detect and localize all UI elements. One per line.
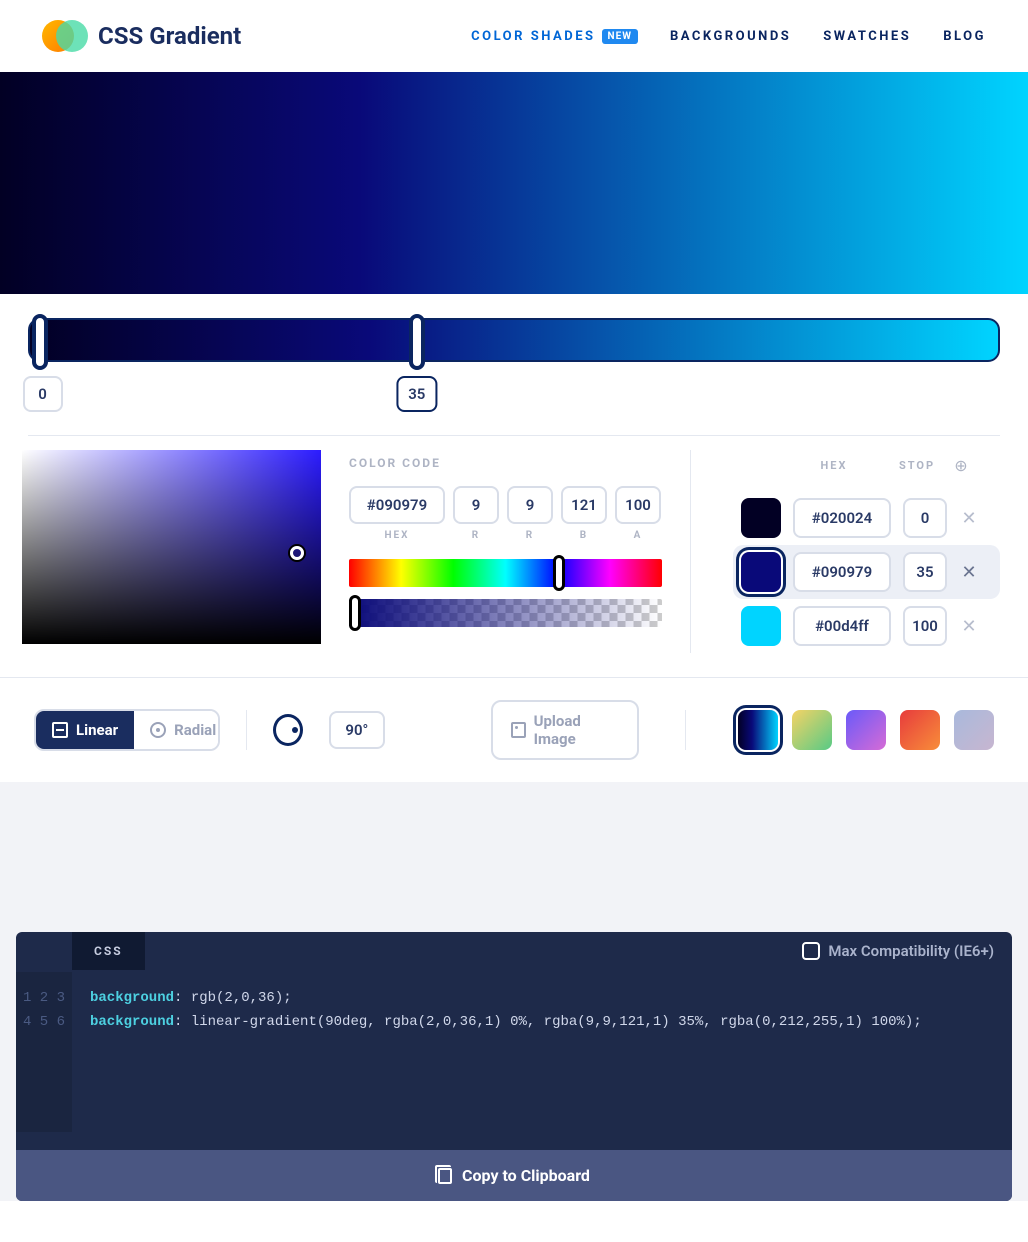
close-icon[interactable]: ✕ <box>959 508 979 529</box>
logo-icon <box>42 16 86 56</box>
image-icon <box>511 722 526 738</box>
preset-1[interactable] <box>792 710 832 750</box>
stop-pos-0[interactable] <box>903 498 947 538</box>
radial-button[interactable]: Radial <box>134 711 220 749</box>
angle-input[interactable] <box>329 711 385 749</box>
upload-label: Upload Image <box>534 712 619 748</box>
g-sublabel: R <box>507 530 553 541</box>
upload-image-button[interactable]: Upload Image <box>491 700 639 760</box>
copy-button[interactable]: Copy to Clipboard <box>16 1150 1012 1201</box>
copy-label: Copy to Clipboard <box>462 1166 590 1185</box>
r-sublabel: R <box>453 530 499 541</box>
stop-swatch-2[interactable] <box>741 606 781 646</box>
color-code-label: COLOR CODE <box>349 456 662 470</box>
add-stop-icon[interactable]: ⊕ <box>951 456 971 475</box>
bottom-bar: Linear Radial Upload Image <box>0 677 1028 782</box>
stop-row-0: ✕ <box>733 491 1000 545</box>
g-input[interactable] <box>507 486 553 524</box>
badge-new: NEW <box>602 29 638 44</box>
stop-swatch-1[interactable] <box>741 552 781 592</box>
stop-label-1[interactable]: 35 <box>396 376 437 412</box>
angle-knob[interactable] <box>273 714 303 746</box>
hex-input[interactable] <box>349 486 445 524</box>
compat-label: Max Compatibility (IE6+) <box>828 942 994 960</box>
stop-hex-2[interactable] <box>793 606 891 646</box>
app-title: CSS Gradient <box>98 22 241 50</box>
hue-slider[interactable] <box>349 559 662 587</box>
slider-handle-0[interactable] <box>32 314 48 370</box>
r-input[interactable] <box>453 486 499 524</box>
code-body: 1 2 3 4 5 6 background: rgb(2,0,36); bac… <box>16 970 1012 1150</box>
alpha-handle[interactable] <box>349 595 361 631</box>
preset-0[interactable] <box>738 710 778 750</box>
stops-header-stop: STOP <box>895 459 939 472</box>
linear-icon <box>52 722 68 738</box>
radial-label: Radial <box>174 721 216 739</box>
hex-sublabel: HEX <box>349 530 445 541</box>
stops-header-hex: HEX <box>785 459 883 472</box>
close-icon[interactable]: ✕ <box>959 562 979 583</box>
code-section: CSS Max Compatibility (IE6+) 1 2 3 4 5 6… <box>0 782 1028 1201</box>
preset-3[interactable] <box>900 710 940 750</box>
logo[interactable]: CSS Gradient <box>42 16 241 56</box>
stop-swatch-0[interactable] <box>741 498 781 538</box>
preset-4[interactable] <box>954 710 994 750</box>
close-icon[interactable]: ✕ <box>959 616 979 637</box>
radial-icon <box>150 722 166 738</box>
hue-handle[interactable] <box>553 555 565 591</box>
stop-row-2: ✕ <box>733 599 1000 653</box>
b-sublabel: B <box>561 530 607 541</box>
color-code-column: COLOR CODE HEX R R B A <box>349 450 662 653</box>
code-box: CSS Max Compatibility (IE6+) 1 2 3 4 5 6… <box>16 932 1012 1201</box>
nav-blog[interactable]: BLOG <box>943 29 986 44</box>
slider-handle-1[interactable] <box>409 314 425 370</box>
color-picker[interactable] <box>22 450 321 644</box>
stop-hex-0[interactable] <box>793 498 891 538</box>
preset-2[interactable] <box>846 710 886 750</box>
stops-panel: HEX STOP ⊕ ✕ ✕ ✕ <box>690 450 1000 653</box>
slider-track[interactable] <box>28 318 1000 362</box>
a-input[interactable] <box>615 486 661 524</box>
nav-color-shades[interactable]: COLOR SHADES NEW <box>471 29 638 44</box>
linear-label: Linear <box>76 721 118 739</box>
max-compat-toggle[interactable]: Max Compatibility (IE6+) <box>802 942 994 960</box>
code-header: CSS Max Compatibility (IE6+) <box>16 932 1012 970</box>
stop-pos-1[interactable] <box>903 552 947 592</box>
picker-cursor[interactable] <box>290 546 304 560</box>
stop-hex-1[interactable] <box>793 552 891 592</box>
css-tab[interactable]: CSS <box>72 932 145 970</box>
nav: COLOR SHADES NEW BACKGROUNDS SWATCHES BL… <box>471 29 986 44</box>
nav-backgrounds[interactable]: BACKGROUNDS <box>670 29 791 44</box>
linear-button[interactable]: Linear <box>36 711 134 749</box>
gradient-slider: 0 35 <box>0 294 1028 436</box>
header: CSS Gradient COLOR SHADES NEW BACKGROUND… <box>0 0 1028 72</box>
preset-row <box>738 710 994 750</box>
gradient-preview <box>0 72 1028 294</box>
copy-icon <box>438 1168 452 1184</box>
line-numbers: 1 2 3 4 5 6 <box>16 972 72 1132</box>
nav-label: COLOR SHADES <box>471 29 595 44</box>
checkbox-icon <box>802 942 820 960</box>
stop-pos-2[interactable] <box>903 606 947 646</box>
controls-row: COLOR CODE HEX R R B A HEX STOP ⊕ <box>0 436 1028 677</box>
stop-position-labels: 0 35 <box>28 376 1000 436</box>
nav-swatches[interactable]: SWATCHES <box>823 29 911 44</box>
alpha-slider[interactable] <box>349 599 662 627</box>
code-content[interactable]: background: rgb(2,0,36); background: lin… <box>72 972 940 1132</box>
b-input[interactable] <box>561 486 607 524</box>
stop-row-1: ✕ <box>733 545 1000 599</box>
stop-label-0[interactable]: 0 <box>23 376 63 412</box>
a-sublabel: A <box>615 530 661 541</box>
gradient-type-toggle: Linear Radial <box>34 709 220 751</box>
